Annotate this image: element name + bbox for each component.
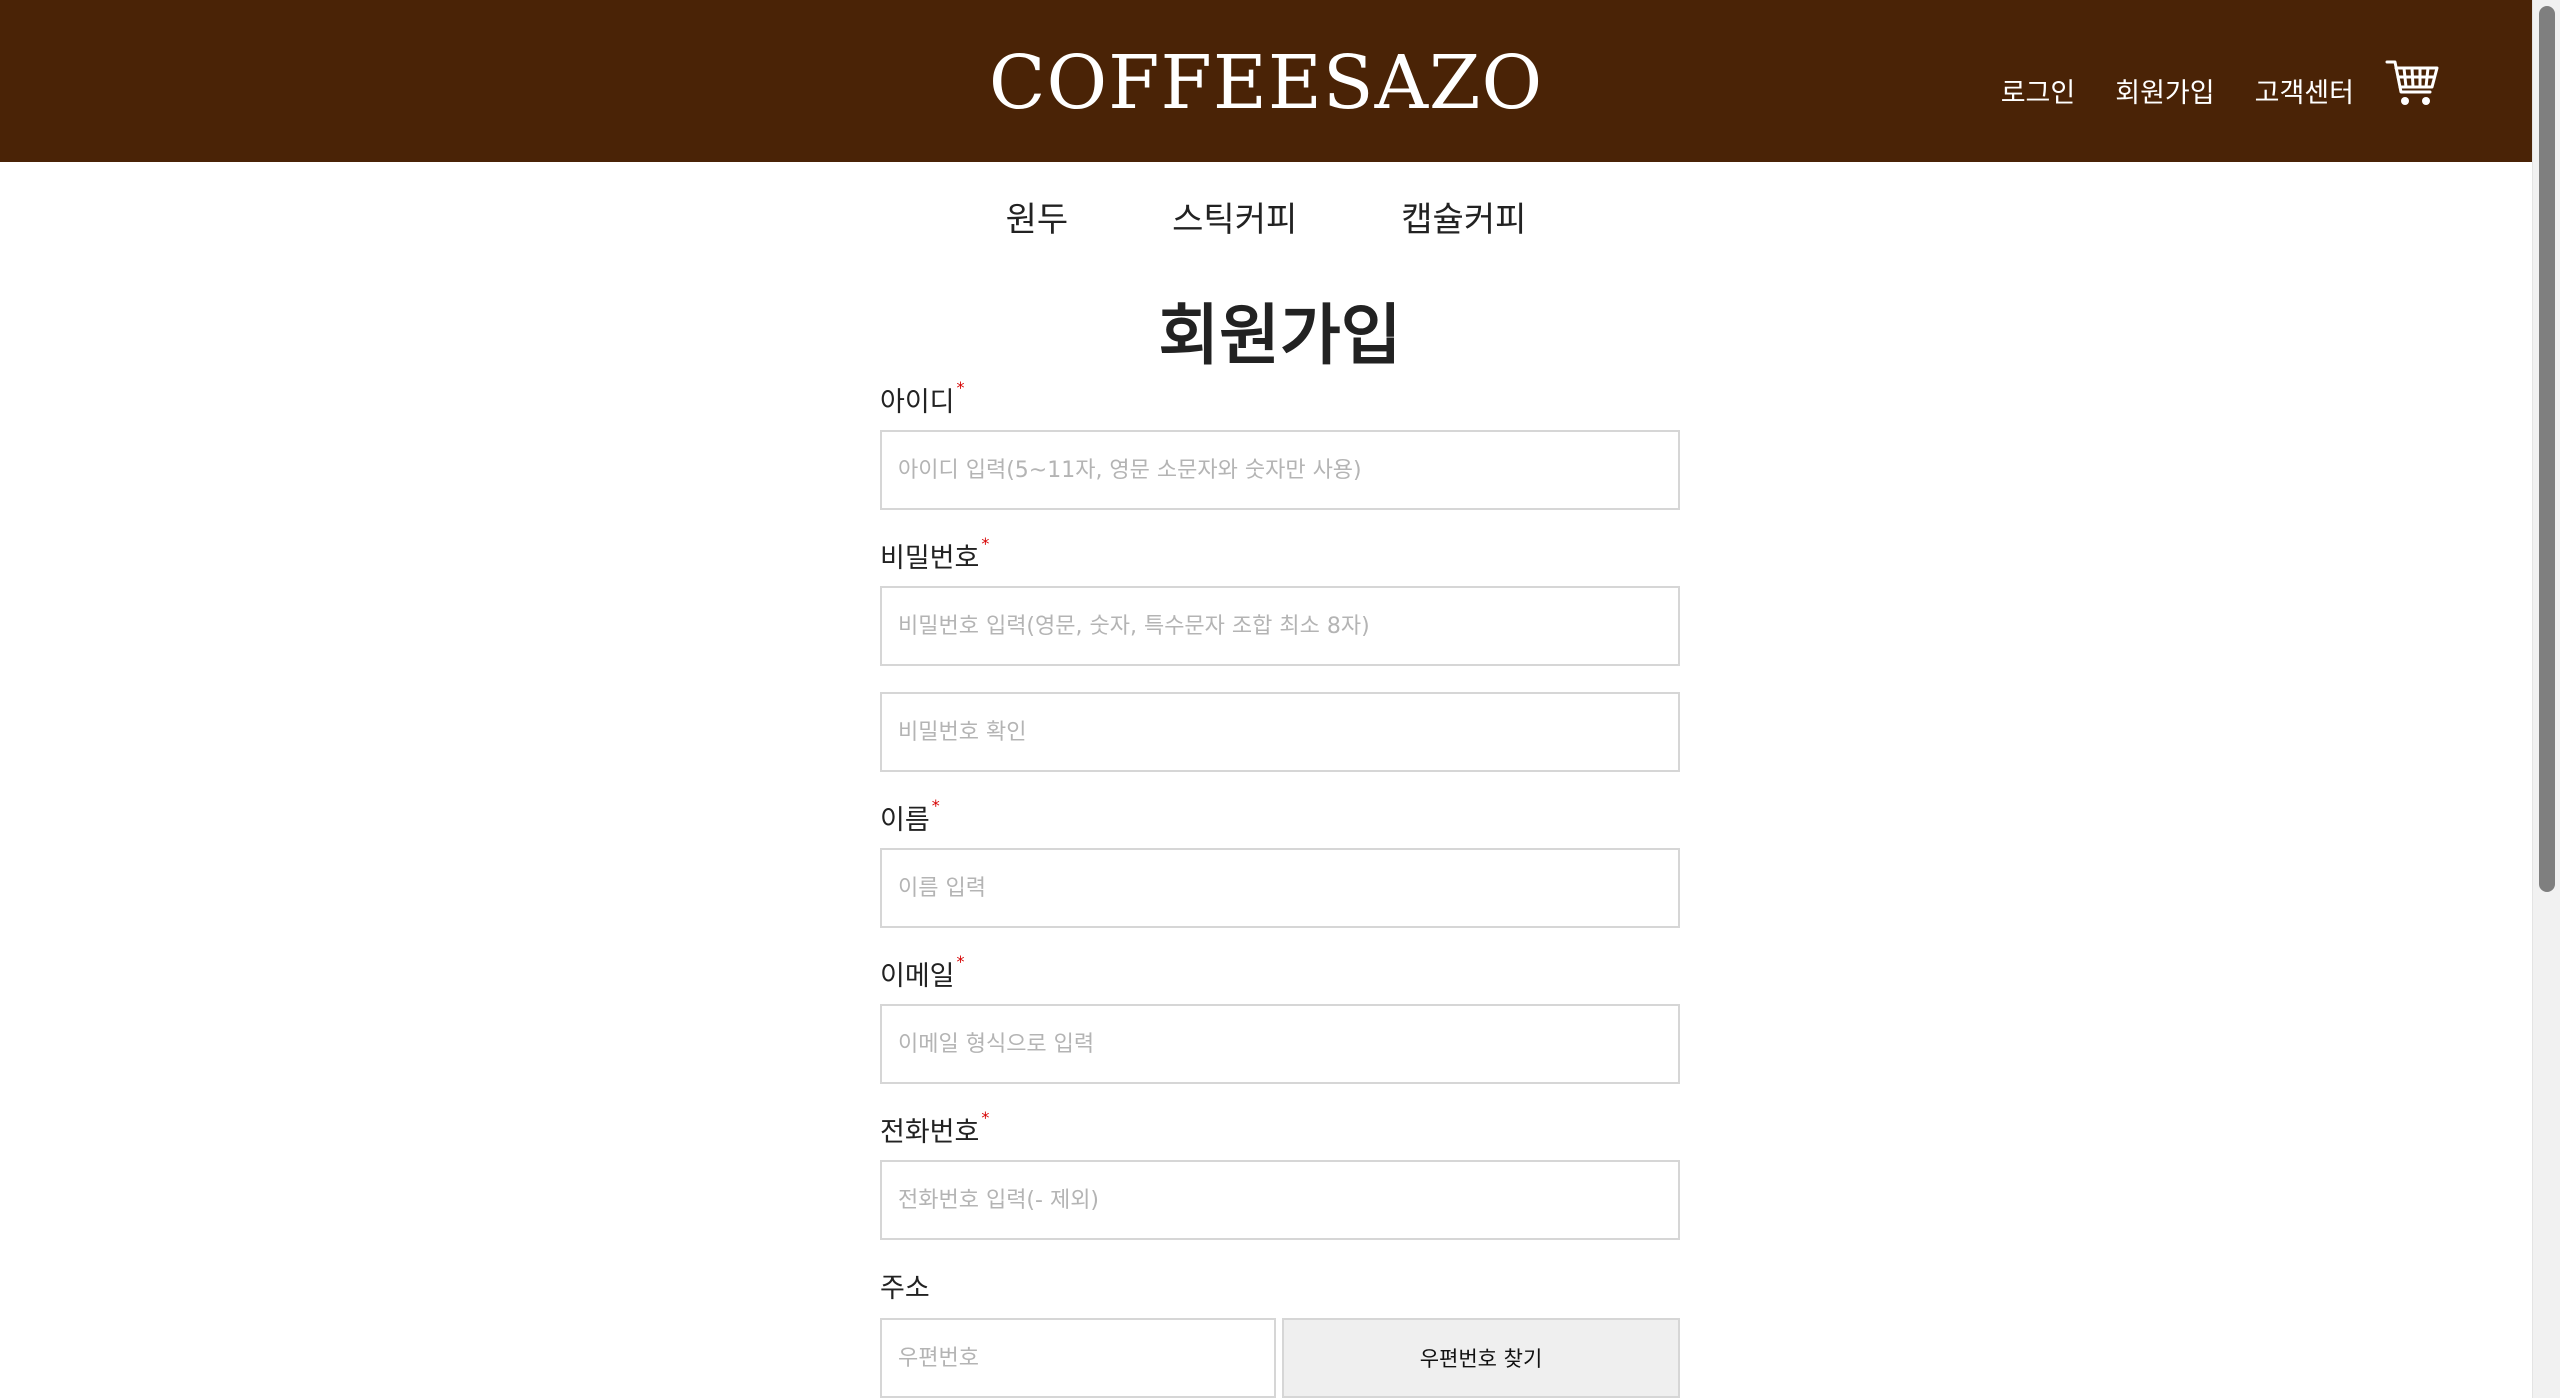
- name-label: 이름 *: [880, 796, 940, 837]
- email-input[interactable]: [880, 1004, 1680, 1084]
- address-label: 주소: [880, 1266, 930, 1305]
- category-nav: 원두 스틱커피 캡슐커피: [0, 192, 2532, 241]
- name-input[interactable]: [880, 848, 1680, 928]
- id-input[interactable]: [880, 430, 1680, 510]
- signup-link[interactable]: 회원가입: [2115, 71, 2214, 110]
- required-mark: *: [956, 952, 965, 971]
- required-mark: *: [931, 796, 940, 815]
- signup-page: COFFEESAZO 로그인 회원가입 고객센터 원두 스틱커피 캡슐커피 회원…: [0, 0, 2560, 1398]
- phone-label: 전화번호 *: [880, 1108, 990, 1149]
- password-confirm-input[interactable]: [880, 692, 1680, 772]
- support-link[interactable]: 고객센터: [2255, 71, 2354, 110]
- phone-input[interactable]: [880, 1160, 1680, 1240]
- required-mark: *: [956, 378, 965, 397]
- find-zipcode-button[interactable]: 우편번호 찾기: [1282, 1318, 1680, 1398]
- vertical-scrollbar[interactable]: [2532, 0, 2560, 1398]
- top-nav: 로그인 회원가입 고객센터: [1961, 60, 2440, 112]
- required-mark: *: [981, 534, 990, 553]
- category-stick-coffee[interactable]: 스틱커피: [1172, 192, 1297, 241]
- name-label-text: 이름: [880, 805, 930, 836]
- phone-label-text: 전화번호: [880, 1117, 980, 1148]
- category-beans[interactable]: 원두: [1006, 192, 1069, 241]
- email-label-text: 이메일: [880, 961, 955, 992]
- scrollbar-thumb[interactable]: [2539, 6, 2555, 892]
- id-label: 아이디 *: [880, 378, 965, 419]
- zipcode-input[interactable]: [880, 1318, 1276, 1398]
- password-input[interactable]: [880, 586, 1680, 666]
- address-label-text: 주소: [880, 1273, 930, 1304]
- required-mark: *: [981, 1108, 990, 1127]
- shopping-cart-icon[interactable]: [2384, 56, 2440, 112]
- email-label: 이메일 *: [880, 952, 965, 993]
- login-link[interactable]: 로그인: [2001, 71, 2076, 110]
- page-title: 회원가입: [1158, 296, 1402, 374]
- password-label: 비밀번호 *: [880, 534, 990, 575]
- password-label-text: 비밀번호: [880, 543, 980, 574]
- category-capsule-coffee[interactable]: 캡슐커피: [1401, 192, 1526, 241]
- site-header: COFFEESAZO 로그인 회원가입 고객센터: [0, 0, 2532, 162]
- id-label-text: 아이디: [880, 387, 955, 418]
